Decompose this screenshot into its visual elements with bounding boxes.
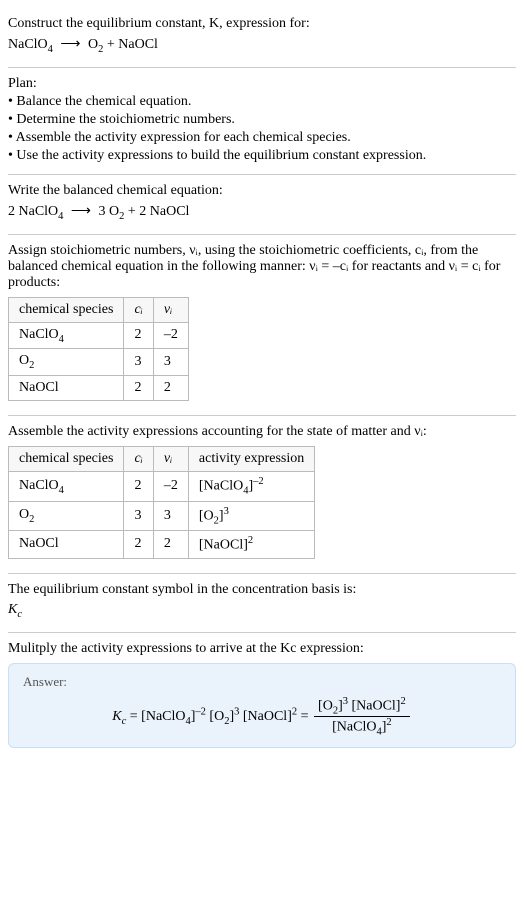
plan-item-1: • Balance the chemical equation. [8, 94, 516, 110]
cell-species: NaClO4 [9, 472, 124, 501]
cell-ci: 3 [124, 349, 153, 376]
cell-activity: [NaOCl]2 [188, 531, 314, 559]
product-1: 3 O2 [99, 204, 125, 219]
table-row: NaOCl 2 2 [9, 376, 189, 401]
cell-ci: 2 [124, 322, 153, 349]
cell-activity: [O2]3 [188, 501, 314, 530]
cell-species: NaOCl [9, 531, 124, 559]
col-vi: νᵢ [153, 447, 188, 472]
table-row: NaClO4 2 –2 [9, 322, 189, 349]
plan-heading: Plan: [8, 76, 516, 92]
cell-ci: 2 [124, 531, 153, 559]
plan-item-3: • Assemble the activity expression for e… [8, 130, 516, 146]
numerator: [O2]3 [NaOCl]2 [314, 696, 410, 717]
intro-text: Construct the equilibrium constant, K, e… [8, 16, 516, 32]
intro-equation: NaClO4 ⟶ O2 + NaOCl [8, 36, 516, 55]
multiply-section: Mulitply the activity expressions to arr… [8, 633, 516, 757]
cell-ci: 2 [124, 472, 153, 501]
reactant: NaClO4 [8, 37, 53, 52]
cell-vi: –2 [153, 322, 188, 349]
col-ci: cᵢ [124, 447, 153, 472]
product-2: NaOCl [118, 37, 158, 52]
balanced-equation: 2 NaClO4 ⟶ 3 O2 + 2 NaOCl [8, 203, 516, 222]
table-row: NaClO4 2 –2 [NaClO4]–2 [9, 472, 315, 501]
arrow-icon: ⟶ [71, 203, 91, 220]
cell-vi: 2 [153, 531, 188, 559]
intro-section: Construct the equilibrium constant, K, e… [8, 8, 516, 68]
cell-ci: 2 [124, 376, 153, 401]
kc-expression: Kc = [NaClO4]–2 [O2]3 [NaOCl]2 = [O2]3 [… [23, 696, 501, 738]
col-species: chemical species [9, 447, 124, 472]
table-row: O2 3 3 [9, 349, 189, 376]
activity-text: Assemble the activity expressions accoun… [8, 424, 516, 440]
plus: + [107, 37, 118, 52]
cell-vi: 3 [153, 349, 188, 376]
col-ci: cᵢ [124, 297, 153, 322]
table-header-row: chemical species cᵢ νᵢ [9, 297, 189, 322]
kc-symbol: Kc [8, 602, 516, 620]
balanced-section: Write the balanced chemical equation: 2 … [8, 175, 516, 235]
cell-ci: 3 [124, 501, 153, 530]
cell-vi: 3 [153, 501, 188, 530]
plan-item-4: • Use the activity expressions to build … [8, 148, 516, 164]
multiply-text: Mulitply the activity expressions to arr… [8, 641, 516, 657]
symbol-text: The equilibrium constant symbol in the c… [8, 582, 516, 598]
plus: + [128, 204, 139, 219]
activity-table: chemical species cᵢ νᵢ activity expressi… [8, 446, 315, 559]
activity-section: Assemble the activity expressions accoun… [8, 416, 516, 574]
answer-label: Answer: [23, 674, 501, 690]
arrow-icon: ⟶ [60, 36, 80, 53]
table-row: NaOCl 2 2 [NaOCl]2 [9, 531, 315, 559]
plan-item-2: • Determine the stoichiometric numbers. [8, 112, 516, 128]
product-2: 2 NaOCl [139, 204, 189, 219]
cell-species: O2 [9, 349, 124, 376]
stoich-table: chemical species cᵢ νᵢ NaClO4 2 –2 O2 3 … [8, 297, 189, 402]
plan-section: Plan: • Balance the chemical equation. •… [8, 68, 516, 175]
col-species: chemical species [9, 297, 124, 322]
balanced-heading: Write the balanced chemical equation: [8, 183, 516, 199]
col-activity: activity expression [188, 447, 314, 472]
symbol-section: The equilibrium constant symbol in the c… [8, 574, 516, 633]
cell-species: O2 [9, 501, 124, 530]
table-row: O2 3 3 [O2]3 [9, 501, 315, 530]
fraction: [O2]3 [NaOCl]2 [NaClO4]2 [314, 696, 410, 738]
cell-vi: –2 [153, 472, 188, 501]
table-header-row: chemical species cᵢ νᵢ activity expressi… [9, 447, 315, 472]
stoich-text: Assign stoichiometric numbers, νᵢ, using… [8, 243, 516, 291]
cell-activity: [NaClO4]–2 [188, 472, 314, 501]
reactant: 2 NaClO4 [8, 204, 63, 219]
product-1: O2 [88, 37, 103, 52]
cell-species: NaClO4 [9, 322, 124, 349]
col-vi: νᵢ [153, 297, 188, 322]
denominator: [NaClO4]2 [314, 717, 410, 737]
answer-box: Answer: Kc = [NaClO4]–2 [O2]3 [NaOCl]2 =… [8, 663, 516, 749]
cell-species: NaOCl [9, 376, 124, 401]
stoich-section: Assign stoichiometric numbers, νᵢ, using… [8, 235, 516, 417]
cell-vi: 2 [153, 376, 188, 401]
